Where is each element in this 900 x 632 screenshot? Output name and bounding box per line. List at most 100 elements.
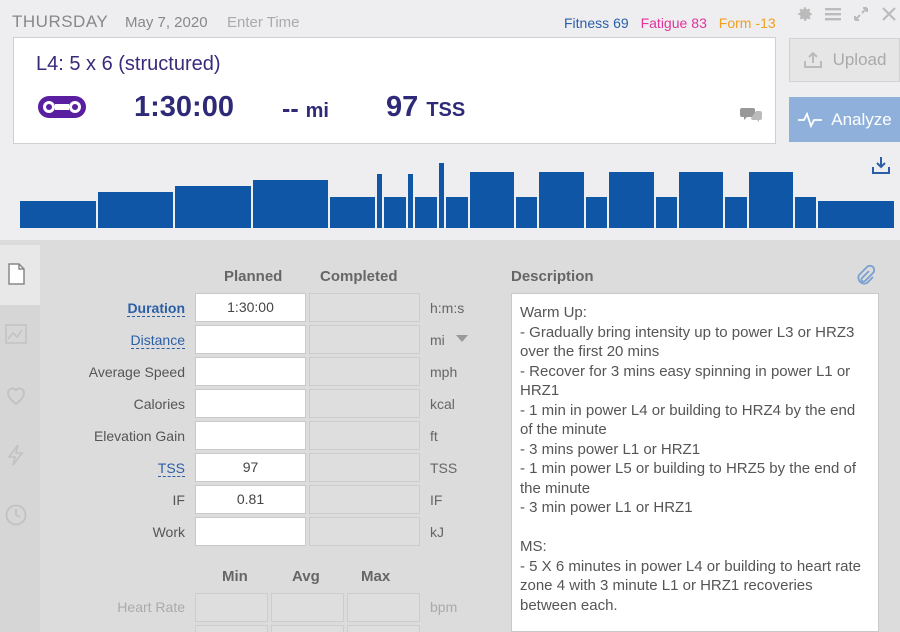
form-row-label[interactable]: TSS — [0, 460, 185, 477]
form-row-unit: TSS — [430, 460, 458, 476]
avg-header: Avg — [292, 568, 320, 585]
interval-bar[interactable] — [446, 197, 468, 228]
distance-value: -- — [282, 95, 299, 123]
form-row-label: IF — [0, 492, 185, 508]
planned-input[interactable] — [195, 325, 306, 354]
interval-bar[interactable] — [539, 171, 584, 228]
interval-bar[interactable] — [655, 197, 677, 228]
planned-input[interactable]: 1:30:00 — [195, 293, 306, 322]
bike-chain-icon — [38, 96, 86, 118]
form-row-label-text: Work — [152, 524, 185, 540]
form-row-unit[interactable]: mi — [430, 332, 445, 348]
workout-distance: -- mi — [282, 95, 329, 124]
form-row-label: Work — [0, 524, 185, 540]
document-icon[interactable] — [4, 262, 28, 286]
distance-unit-dropdown-arrow[interactable] — [456, 335, 468, 342]
paperclip-icon[interactable] — [855, 265, 875, 287]
planned-input[interactable] — [195, 389, 306, 418]
analyze-label: Analyze — [831, 109, 892, 129]
planned-input[interactable]: 0.81 — [195, 485, 306, 514]
planned-header: Planned — [224, 268, 283, 285]
planned-input[interactable] — [195, 517, 306, 546]
form-row-label[interactable]: Distance — [0, 332, 185, 349]
interval-bar[interactable] — [795, 197, 817, 228]
form-row-unit: kcal — [430, 396, 455, 412]
heart-rate-avg-input — [271, 593, 344, 622]
interval-bar[interactable] — [725, 197, 747, 228]
form-row-unit: mph — [430, 364, 458, 380]
completed-input — [309, 421, 420, 450]
interval-bar[interactable] — [818, 200, 894, 228]
fitness-metrics: Fitness 69 Fatigue 83 Form -13 — [564, 15, 780, 31]
interval-bar[interactable] — [748, 171, 794, 228]
form-label: Form — [718, 15, 752, 31]
interval-bar[interactable] — [384, 197, 406, 228]
form-row-label-text: Duration — [127, 300, 185, 317]
interval-bar[interactable] — [415, 197, 437, 228]
workout-title[interactable]: L4: 5 x 6 (structured) — [36, 53, 221, 76]
upload-icon — [803, 51, 822, 68]
description-header: Description — [511, 268, 594, 285]
planned-input[interactable] — [195, 357, 306, 386]
interval-bar[interactable] — [469, 171, 515, 228]
upload-button[interactable]: Upload — [789, 38, 900, 82]
interval-bar[interactable] — [678, 171, 724, 228]
interval-bar[interactable] — [407, 173, 414, 228]
workout-summary-card: L4: 5 x 6 (structured) 1:30:00 -- mi 97 … — [13, 37, 776, 144]
interval-bar[interactable] — [376, 173, 383, 228]
next-row-max-input — [347, 625, 420, 632]
fitness-label: Fitness — [564, 15, 610, 31]
form-row-label-text: Elevation Gain — [93, 428, 185, 444]
interval-bar[interactable] — [438, 163, 445, 228]
description-textarea[interactable]: Warm Up: - Gradually bring intensity up … — [511, 293, 879, 632]
fatigue-label: Fatigue — [640, 15, 688, 31]
upload-label: Upload — [832, 50, 887, 69]
completed-input — [309, 517, 420, 546]
max-header: Max — [361, 568, 391, 585]
interval-bar[interactable] — [330, 197, 375, 228]
completed-header: Completed — [320, 268, 398, 285]
planned-input[interactable] — [195, 421, 306, 450]
comment-icon[interactable] — [740, 106, 762, 122]
workout-tss: 97 TSS — [386, 91, 465, 124]
workout-header-panel: THURSDAY May 7, 2020 Enter Time Fitness 6… — [0, 0, 900, 240]
form-row-label: Average Speed — [0, 364, 185, 380]
form-row-unit: ft — [430, 428, 438, 444]
planned-input[interactable]: 97 — [195, 453, 306, 482]
form-row-unit: IF — [430, 492, 443, 508]
close-icon[interactable] — [879, 4, 899, 24]
interval-bar[interactable] — [97, 191, 174, 228]
fatigue-value: 83 — [691, 15, 707, 31]
form-row-label-text: Distance — [130, 332, 185, 349]
form-row-label-text: IF — [172, 492, 185, 508]
analyze-button[interactable]: Analyze — [789, 97, 900, 142]
form-row-label[interactable]: Duration — [0, 300, 185, 317]
form-row-unit: kJ — [430, 524, 444, 540]
menu-icon[interactable] — [823, 4, 843, 24]
workout-structure-chart[interactable] — [20, 160, 896, 228]
gear-icon[interactable] — [795, 4, 815, 24]
workout-duration: 1:30:00 — [134, 91, 234, 123]
heart-rate-unit: bpm — [430, 599, 458, 615]
completed-input — [309, 325, 420, 354]
window-controls — [795, 4, 899, 24]
form-row-unit: h:m:s — [430, 300, 465, 316]
completed-input — [309, 293, 420, 322]
interval-bar[interactable] — [585, 197, 608, 228]
day-label: THURSDAY — [12, 12, 109, 31]
completed-input — [309, 389, 420, 418]
form-row-label-text: TSS — [157, 460, 185, 477]
min-header: Min — [222, 568, 248, 585]
enter-time-field[interactable]: Enter Time — [227, 14, 300, 31]
distance-unit: mi — [305, 100, 329, 122]
interval-bar[interactable] — [516, 197, 538, 228]
interval-bar[interactable] — [175, 185, 251, 228]
heart-rate-min-input — [195, 593, 268, 622]
interval-bar[interactable] — [20, 200, 96, 228]
expand-icon[interactable] — [851, 4, 871, 24]
interval-bar[interactable] — [252, 180, 329, 228]
date-label[interactable]: May 7, 2020 — [125, 14, 208, 31]
form-row-label-text: Average Speed — [88, 364, 185, 380]
interval-bar[interactable] — [609, 171, 654, 228]
tss-value: 97 — [386, 91, 419, 123]
